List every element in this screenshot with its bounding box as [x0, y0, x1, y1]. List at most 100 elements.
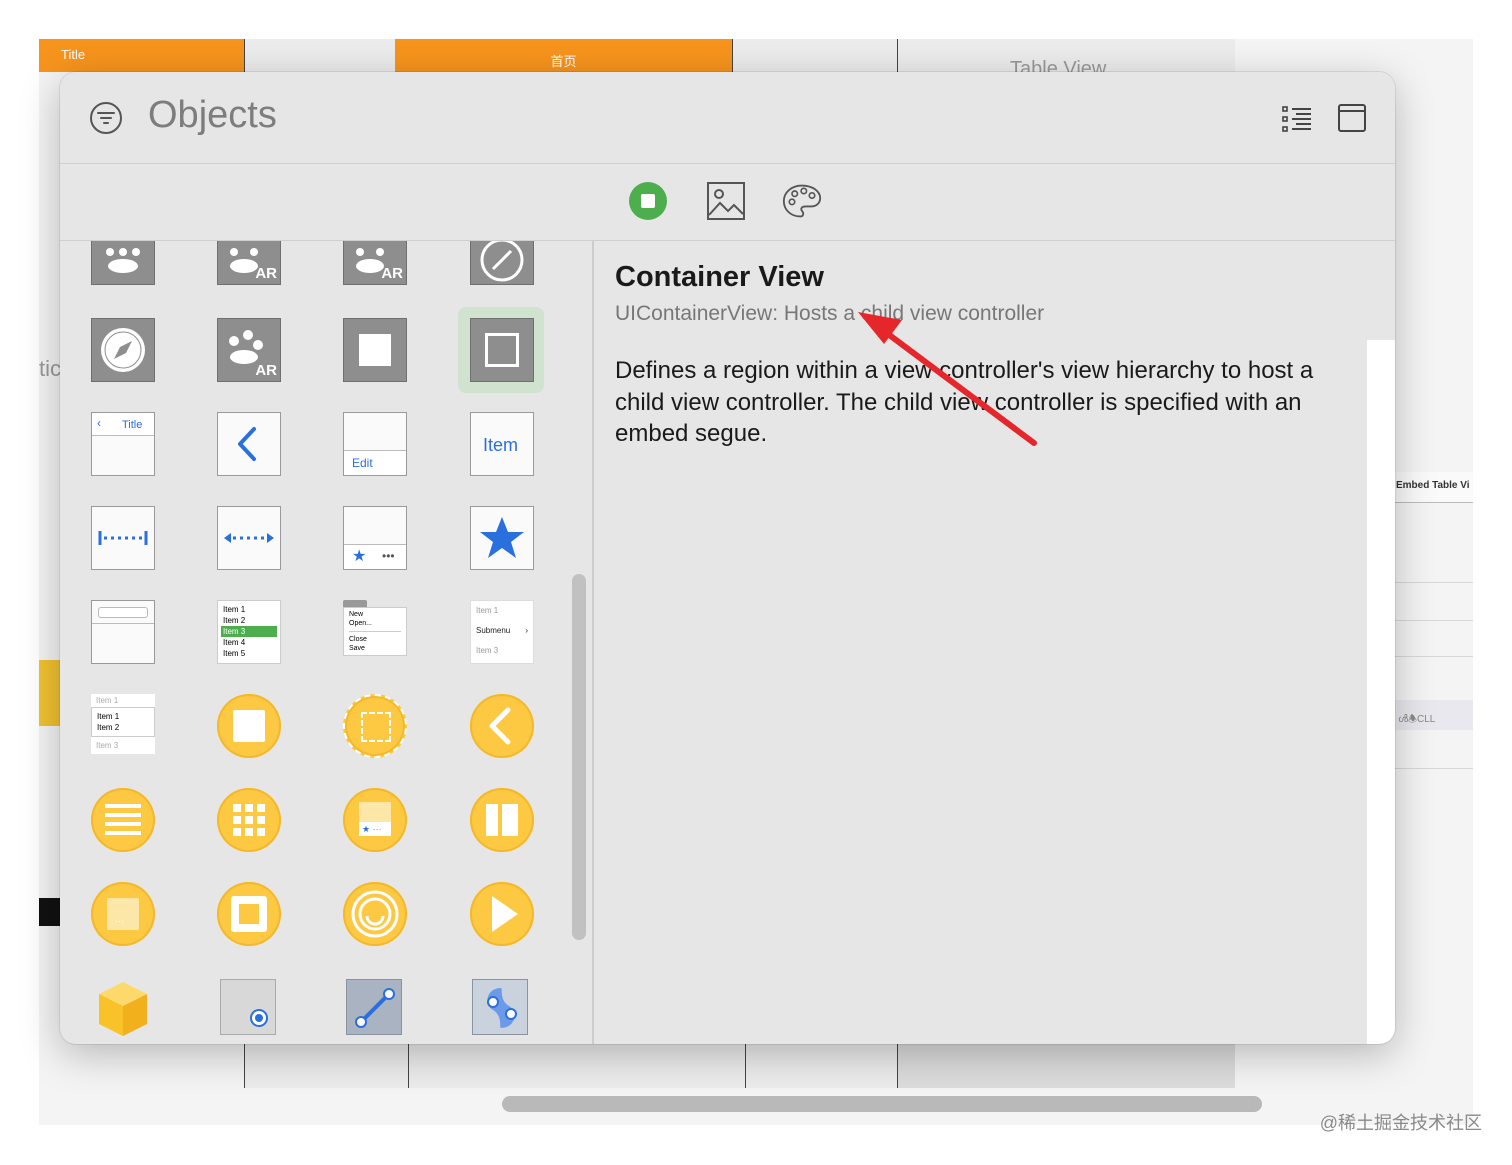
- menu-item: Save: [349, 645, 365, 652]
- scene-row: [1395, 768, 1473, 769]
- back-chevron-icon: ‹: [97, 416, 101, 430]
- submenu-icon[interactable]: Item 1 Submenu › Item 3: [470, 600, 534, 664]
- scene-row: [1395, 656, 1473, 657]
- toolbar-edit-label: Edit: [352, 456, 373, 470]
- popup-item: Item 1: [97, 712, 120, 721]
- panel-header: Objects: [60, 72, 1395, 164]
- container-controller-icon[interactable]: [217, 882, 281, 946]
- scene-footer: [244, 1044, 409, 1088]
- toolbar-icon[interactable]: Edit: [343, 412, 407, 476]
- flexible-space-icon[interactable]: [217, 506, 281, 570]
- scene-row: [1395, 620, 1473, 621]
- list-view-icon[interactable]: [1282, 105, 1312, 133]
- object-detail-pane: Container View UIContainerView: Hosts a …: [594, 241, 1395, 1044]
- search-field: [98, 607, 148, 618]
- panel-title: Objects: [148, 94, 277, 136]
- bar-button-item-icon[interactable]: Item: [470, 412, 534, 476]
- list-item-selected: Item 3: [221, 626, 277, 637]
- scene-home-bar: 首页: [395, 39, 732, 72]
- back-button-icon[interactable]: [217, 412, 281, 476]
- page-dots-icon: ···: [115, 916, 124, 926]
- table-view-controller-icon[interactable]: [91, 788, 155, 852]
- split-view-controller-icon[interactable]: [470, 788, 534, 852]
- chevron-right-icon: ›: [525, 626, 528, 635]
- popup-item: Item 3: [91, 737, 155, 754]
- list-item: Item 2: [223, 616, 246, 625]
- list-table-icon[interactable]: Item 1 Item 2 Item 3 Item 4 Item 5: [217, 600, 281, 664]
- scene-row: [1395, 582, 1473, 583]
- bar-item-label: Item: [483, 435, 519, 455]
- nav-title: Title: [122, 419, 143, 431]
- object-grid: AR AR AR ‹ Title Edit Item ★ ••• Item 1 …: [60, 241, 566, 1044]
- list-item: Item 5: [223, 649, 246, 658]
- embed-label: Embed Table Vi: [1396, 480, 1470, 491]
- window-icon[interactable]: [1338, 104, 1366, 132]
- tab-bar-item-icon[interactable]: [470, 506, 534, 570]
- physics-field-icon[interactable]: [472, 979, 528, 1035]
- scene-kit-view-icon[interactable]: [91, 241, 155, 285]
- filter-icon[interactable]: [90, 102, 122, 134]
- image-icon[interactable]: [706, 181, 746, 221]
- menu-separator: [349, 631, 401, 632]
- navigation-controller-icon[interactable]: [470, 694, 534, 758]
- menu-item: Open...: [349, 620, 372, 627]
- tab-bar-icon[interactable]: ★ •••: [343, 506, 407, 570]
- detail-scroll-track: [1367, 340, 1395, 1044]
- detail-subtitle: UIContainerView: Hosts a child view cont…: [615, 302, 1045, 325]
- objects-square-icon[interactable]: [628, 181, 668, 221]
- glkit-view-controller-icon[interactable]: [343, 882, 407, 946]
- side-fragment: tic: [39, 356, 61, 381]
- safari-compass-icon[interactable]: [470, 241, 534, 285]
- menu-item: New: [349, 611, 364, 618]
- horizontal-scrollbar[interactable]: [502, 1096, 1262, 1112]
- popup-item: Item 2: [97, 723, 120, 732]
- watermark-text: @稀土掘金技术社区: [1319, 1113, 1482, 1133]
- list-item: Item 1: [223, 605, 246, 614]
- grid-scrollbar[interactable]: [572, 574, 586, 940]
- object-node-icon[interactable]: [220, 979, 276, 1035]
- tab-bar-controller-icon[interactable]: ★ ···: [343, 788, 407, 852]
- menu-title-bar: [343, 600, 367, 607]
- detail-title: Container View: [615, 261, 824, 293]
- scene-title-bar: Title: [39, 39, 244, 72]
- ar-badge: AR: [255, 362, 277, 379]
- popup-button-icon[interactable]: Item 1 Item 1 Item 2 Item 3: [91, 694, 155, 758]
- ar-sprite-kit-view-icon[interactable]: AR: [343, 241, 407, 285]
- scene-black-block: [39, 898, 60, 926]
- menu-icon[interactable]: New Open... Close Save: [343, 600, 407, 664]
- safari-compass-icon[interactable]: [91, 318, 155, 382]
- submenu-item: Item 3: [476, 646, 499, 655]
- detail-description: Defines a region within a view controlle…: [615, 357, 1314, 447]
- scene-footer: [745, 1044, 898, 1088]
- search-bar-icon[interactable]: [91, 600, 155, 664]
- objects-library-panel: Objects AR AR AR ‹ Title Edit Item ★ •••…: [60, 72, 1395, 1044]
- view-square-icon[interactable]: [343, 318, 407, 382]
- navigation-bar-icon[interactable]: ‹ Title: [91, 412, 155, 476]
- star-icon: ★: [352, 548, 367, 565]
- scene-footer: [408, 1044, 746, 1088]
- scene-footer: [897, 1044, 1235, 1088]
- page-view-controller-icon[interactable]: ···: [91, 882, 155, 946]
- ar-badge: AR: [255, 265, 277, 282]
- storyboard-reference-icon[interactable]: [343, 694, 407, 758]
- scene-header: [732, 39, 898, 72]
- popup-item: Item 1: [91, 694, 155, 707]
- container-view-icon[interactable]: [470, 318, 534, 382]
- scene-yellow-block: [39, 660, 60, 726]
- ar-badge: AR: [381, 265, 403, 282]
- palette-icon[interactable]: [782, 181, 822, 221]
- segue-node-icon[interactable]: [346, 979, 402, 1035]
- menu-item: Close: [349, 636, 367, 643]
- list-item: Item 4: [223, 638, 246, 647]
- ar-scene-kit-view-icon[interactable]: AR: [217, 318, 281, 382]
- cell-label: ൾ🕭CLL: [1398, 714, 1436, 725]
- collection-view-controller-icon[interactable]: [217, 788, 281, 852]
- ar-scene-kit-view-icon[interactable]: AR: [217, 241, 281, 285]
- view-controller-icon[interactable]: [217, 694, 281, 758]
- scene-header: [244, 39, 395, 72]
- fixed-space-icon[interactable]: [91, 506, 155, 570]
- av-player-view-controller-icon[interactable]: [470, 882, 534, 946]
- library-segment-bar: [60, 164, 1395, 241]
- more-icon: •••: [382, 549, 395, 563]
- scene-cube-icon[interactable]: [91, 976, 155, 1040]
